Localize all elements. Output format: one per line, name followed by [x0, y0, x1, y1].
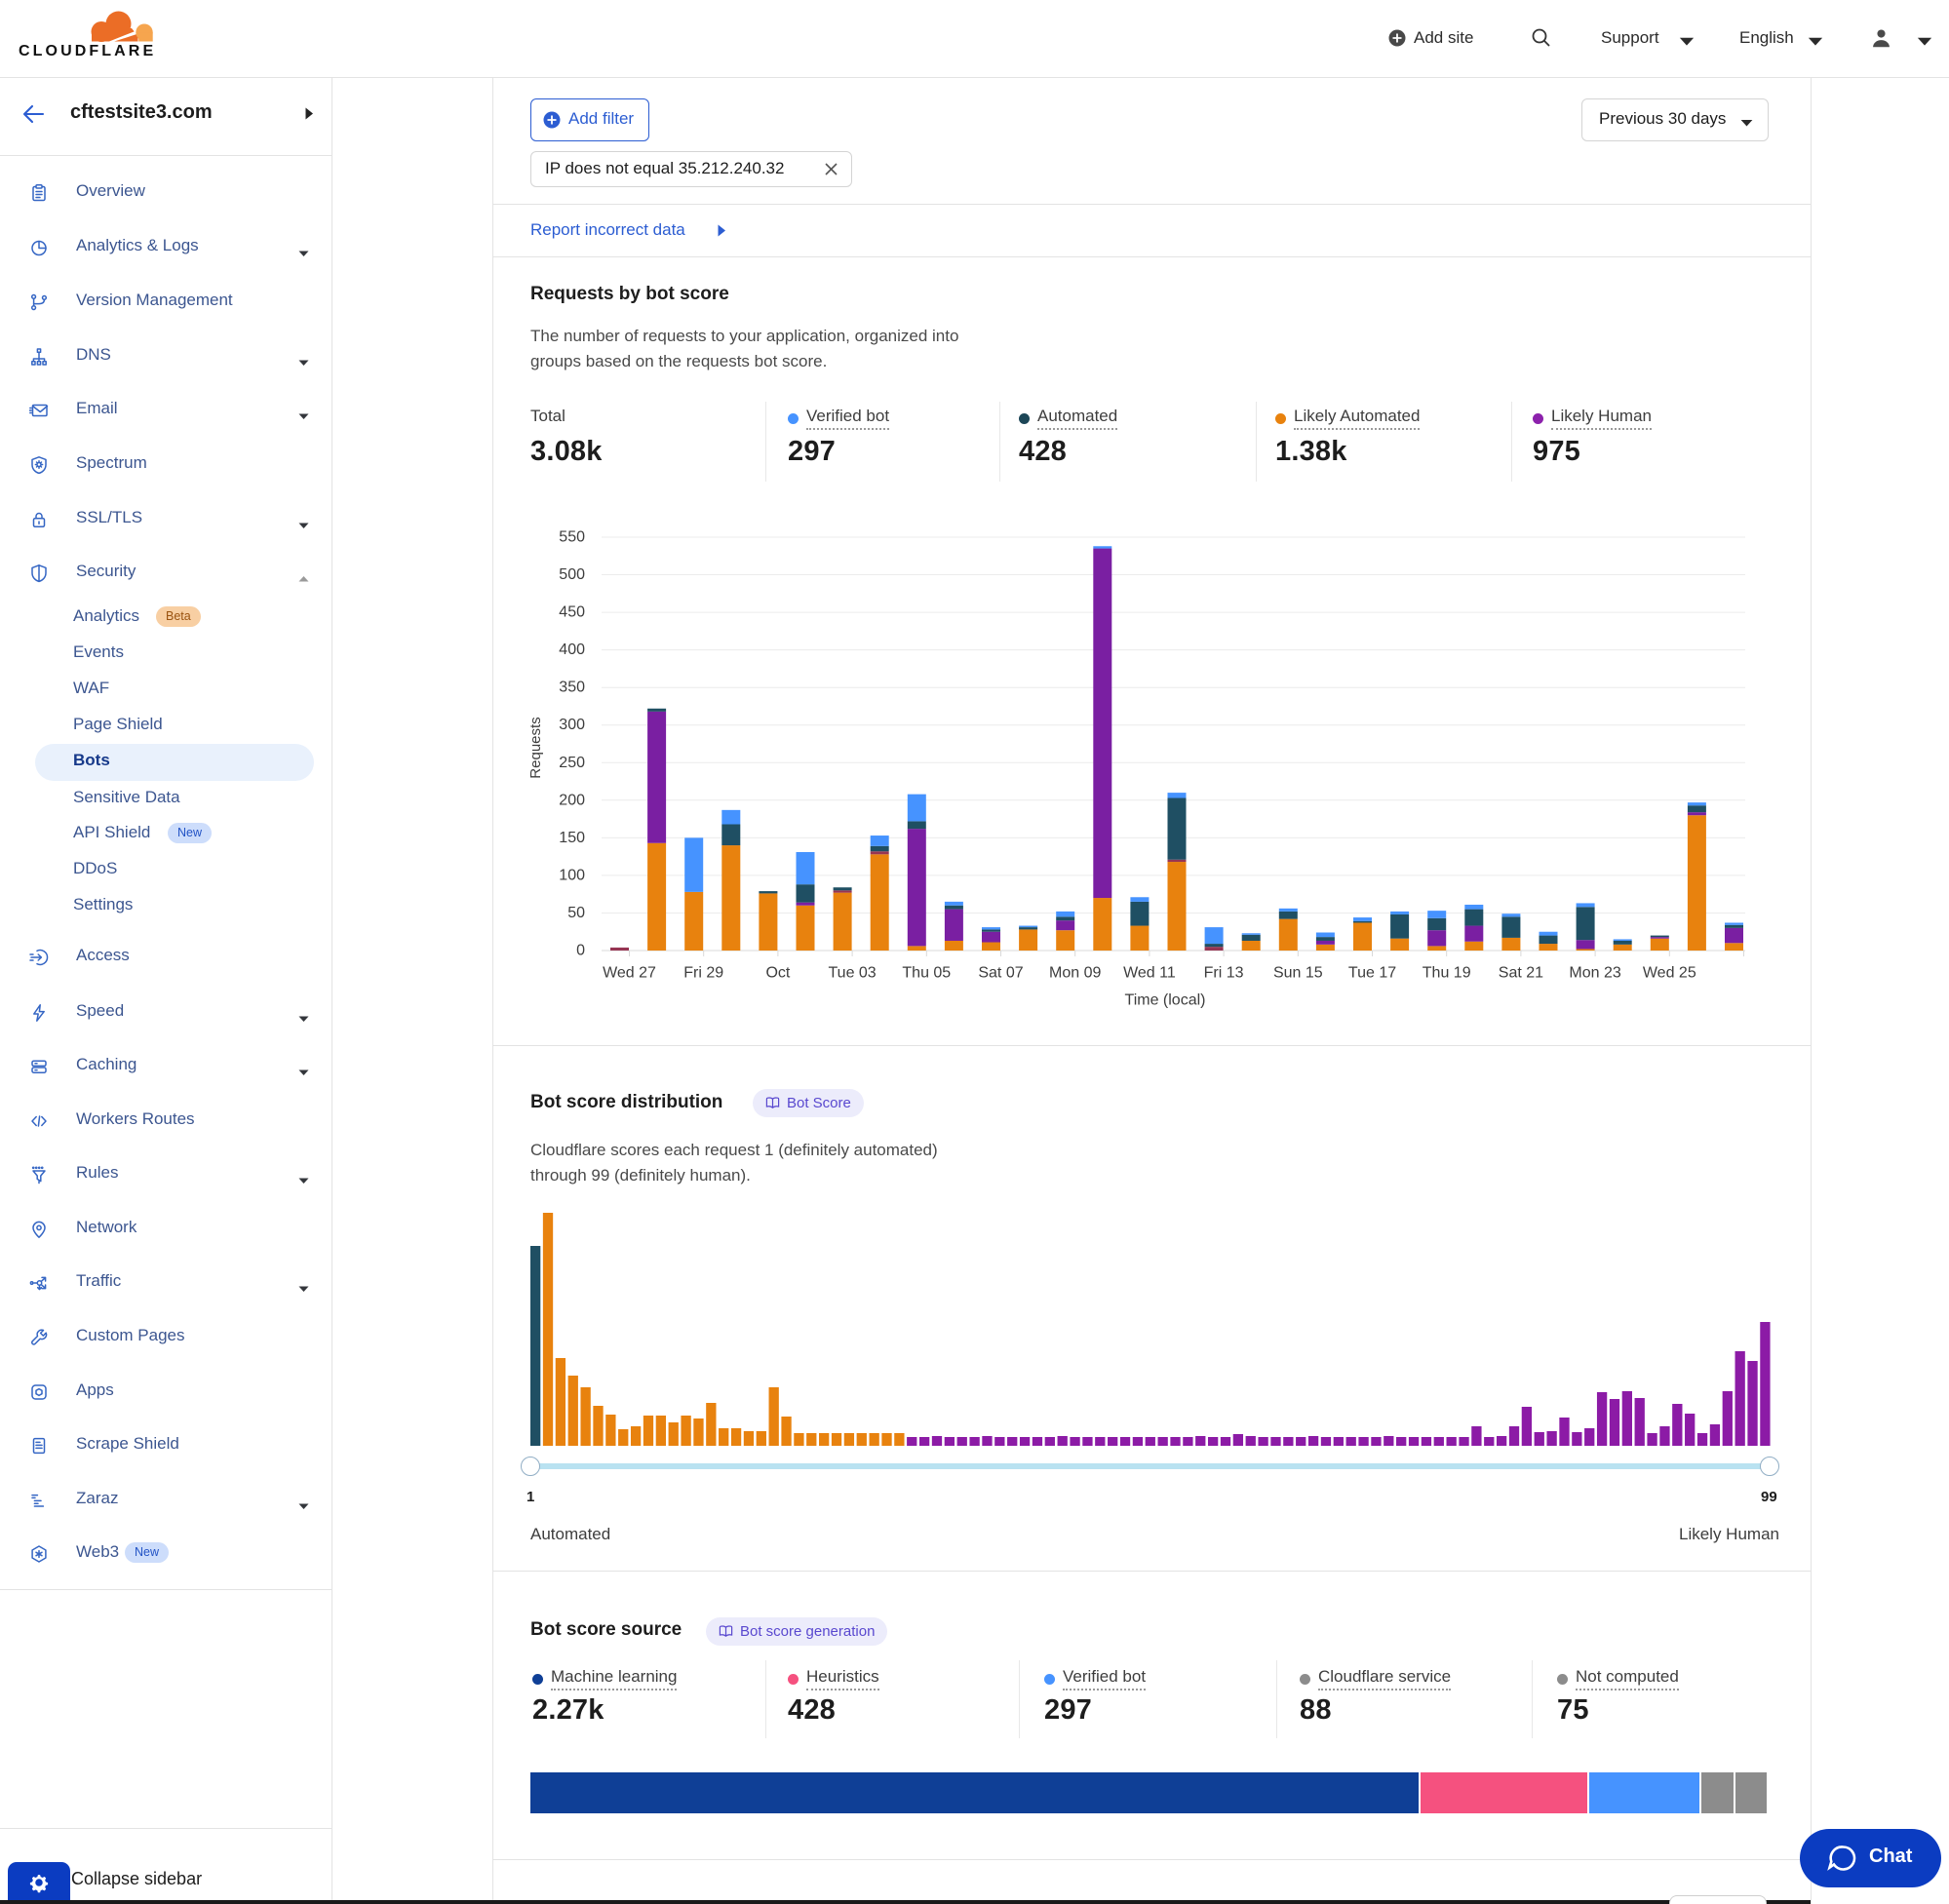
svg-text:Sun 15: Sun 15	[1273, 965, 1323, 982]
svg-text:400: 400	[559, 641, 585, 658]
svg-text:Time (local): Time (local)	[1125, 992, 1206, 1009]
svg-text:100: 100	[559, 867, 585, 883]
svg-text:350: 350	[559, 680, 585, 696]
svg-text:Fri 29: Fri 29	[683, 965, 723, 982]
svg-text:300: 300	[559, 717, 585, 733]
svg-text:Mon 09: Mon 09	[1049, 965, 1101, 982]
svg-text:Oct: Oct	[765, 965, 790, 982]
svg-text:250: 250	[559, 755, 585, 771]
svg-text:150: 150	[559, 830, 585, 846]
svg-text:Tue 17: Tue 17	[1348, 965, 1396, 982]
svg-text:Mon 23: Mon 23	[1569, 965, 1620, 982]
svg-text:200: 200	[559, 792, 585, 808]
svg-text:Requests: Requests	[527, 717, 544, 778]
svg-text:550: 550	[559, 529, 585, 546]
svg-text:Tue 03: Tue 03	[828, 965, 876, 982]
svg-text:Sat 07: Sat 07	[978, 965, 1023, 982]
svg-text:Wed 11: Wed 11	[1123, 965, 1176, 982]
svg-text:0: 0	[576, 943, 585, 959]
svg-text:Wed 27: Wed 27	[603, 965, 656, 982]
svg-text:500: 500	[559, 566, 585, 583]
svg-text:Thu 19: Thu 19	[1423, 965, 1471, 982]
svg-text:Sat 21: Sat 21	[1499, 965, 1543, 982]
svg-text:Thu 05: Thu 05	[902, 965, 951, 982]
svg-text:450: 450	[559, 604, 585, 621]
svg-text:50: 50	[567, 905, 585, 921]
svg-text:Wed 25: Wed 25	[1643, 965, 1696, 982]
svg-text:Fri 13: Fri 13	[1204, 965, 1244, 982]
